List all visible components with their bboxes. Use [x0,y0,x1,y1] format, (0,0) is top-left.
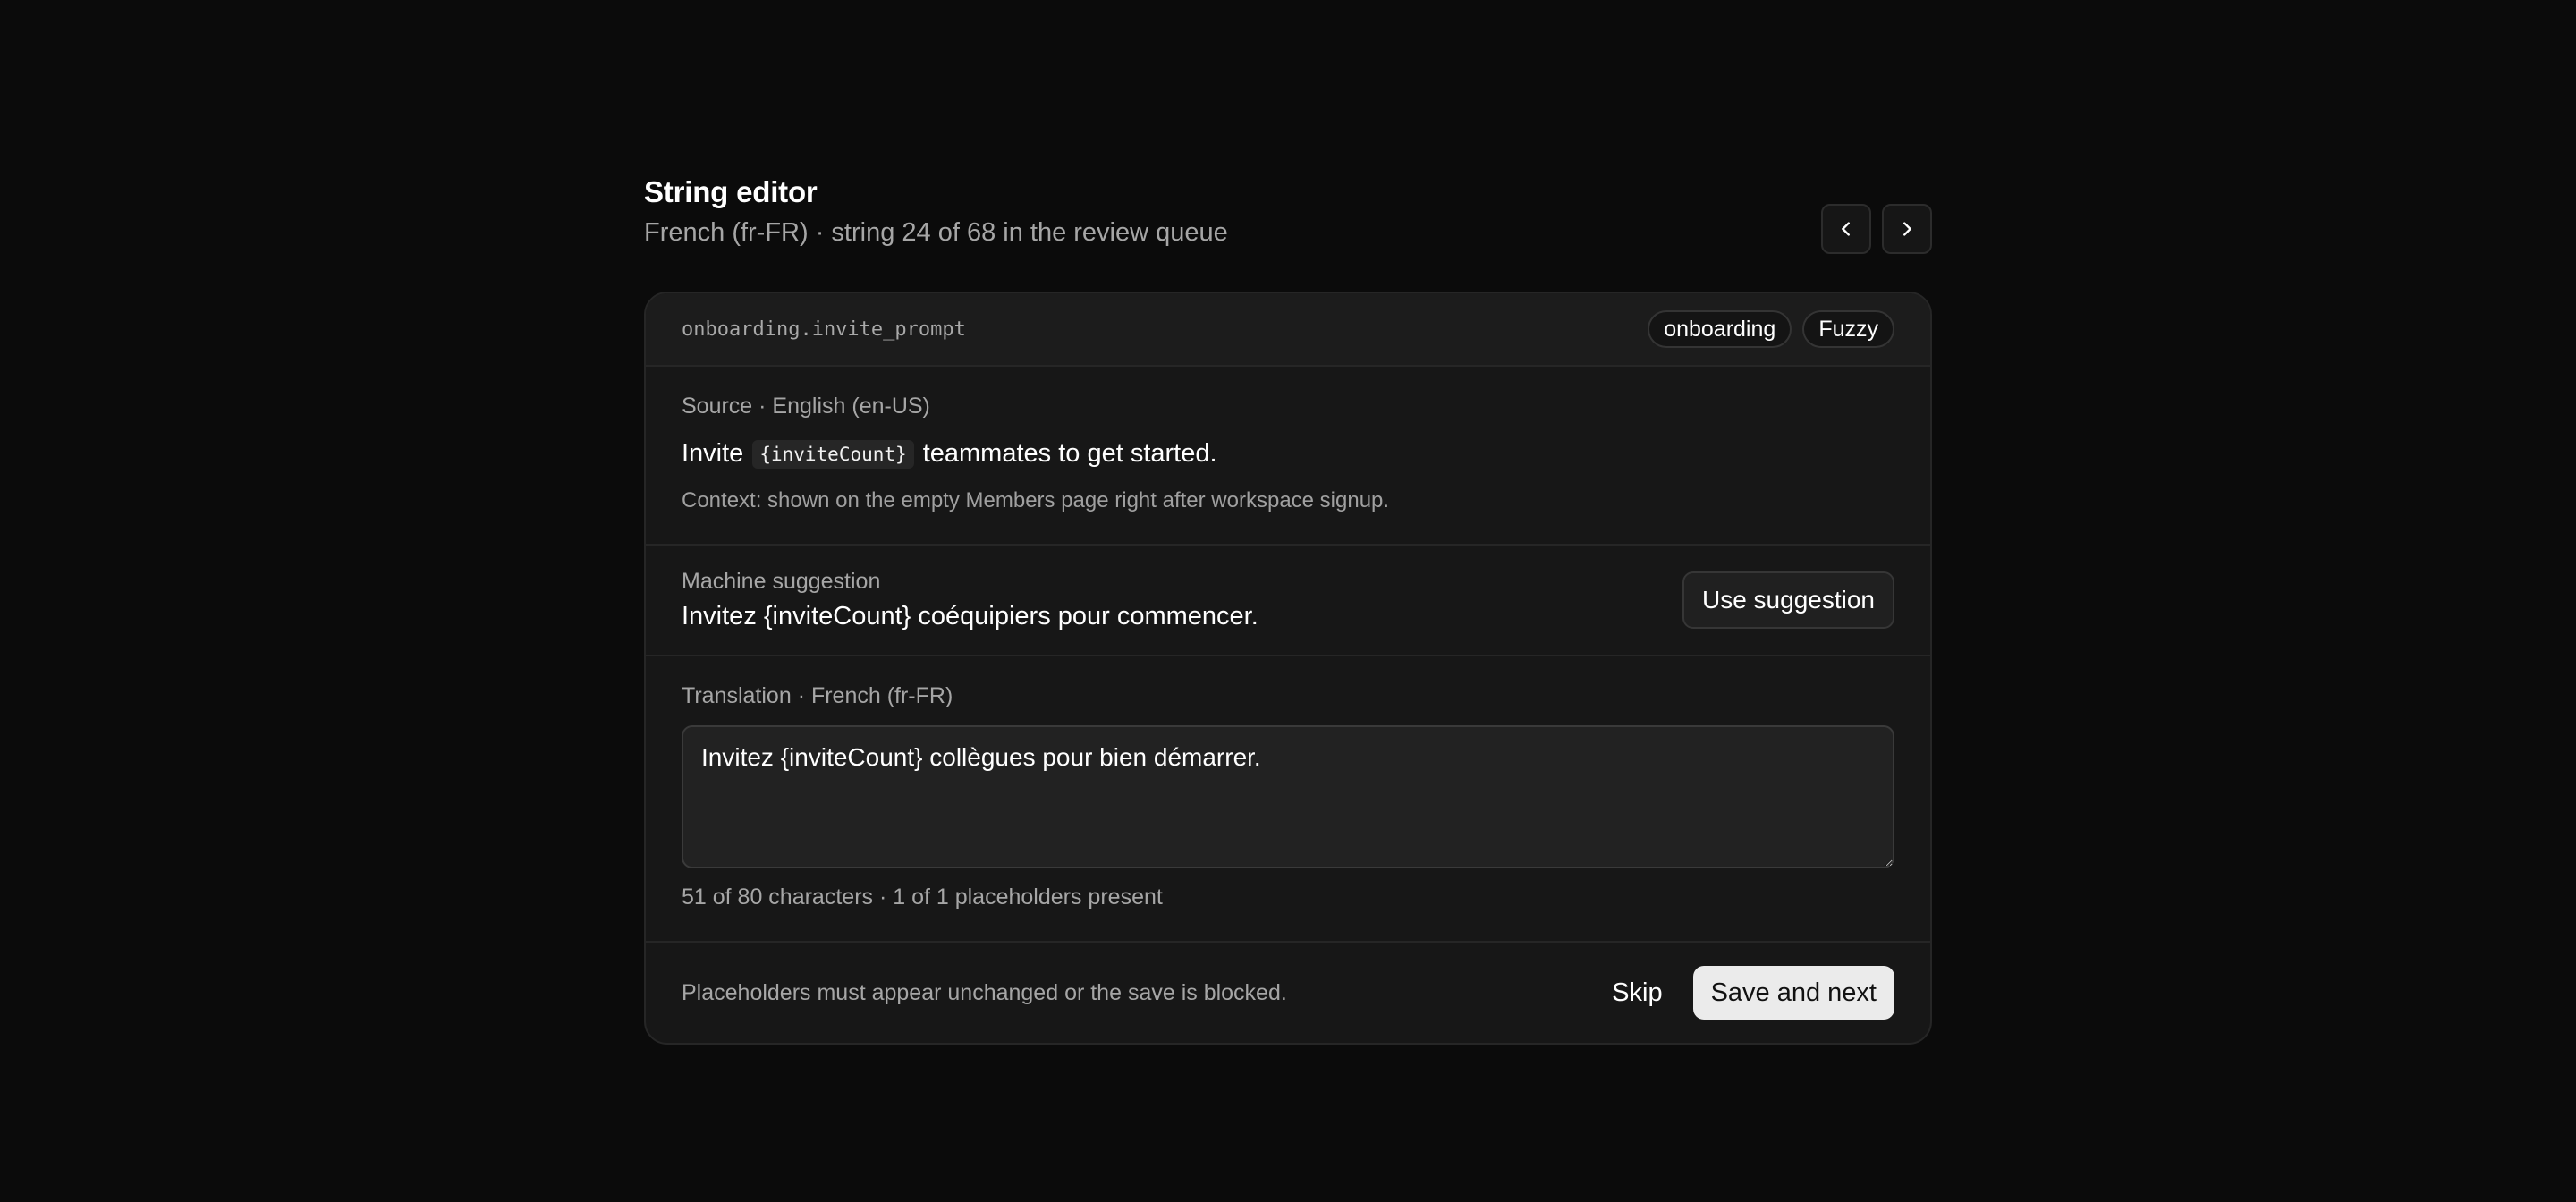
source-text: Invite {inviteCount} teammates to get st… [682,439,1894,469]
next-string-button[interactable] [1882,204,1932,254]
string-editor: String editor French (fr-FR) · string 24… [644,174,1932,1045]
translation-section: Translation · French (fr-FR) Invitez {in… [646,655,1930,941]
editor-header: String editor French (fr-FR) · string 24… [644,174,1932,283]
page-subtitle: French (fr-FR) · string 24 of 68 in the … [644,218,1228,247]
source-text-after: teammates to get started. [922,439,1217,468]
string-key-row: onboarding.invite_prompt onboarding Fuzz… [646,293,1930,365]
source-section: Source · English (en-US) Invite {inviteC… [646,365,1930,544]
use-suggestion-button[interactable]: Use suggestion [1682,571,1894,629]
tag-fuzzy: Fuzzy [1802,310,1894,348]
placeholder-token: {inviteCount} [752,439,914,469]
suggestion-text: Invitez {inviteCount} coéquipiers pour c… [682,602,1258,631]
translation-label: Translation · French (fr-FR) [682,683,953,708]
source-text-before: Invite [682,439,744,468]
translation-meta: 51 of 80 characters · 1 of 1 placeholder… [682,885,1163,910]
chevron-right-icon [1903,222,1911,236]
source-context: Context: shown on the empty Members page… [682,488,1390,512]
translation-input[interactable]: Invitez {inviteCount} collègues pour bie… [682,725,1894,868]
chevron-left-icon [1842,222,1850,236]
footer-note: Placeholders must appear unchanged or th… [682,979,1287,1005]
page-title: String editor [644,175,818,208]
suggestion-label: Machine suggestion [682,569,881,594]
skip-button[interactable]: Skip [1601,969,1673,1017]
tag-list: onboarding Fuzzy [1648,310,1894,348]
tag-onboarding: onboarding [1648,310,1792,348]
footer-actions: Skip Save and next [1601,966,1894,1020]
previous-string-button[interactable] [1821,204,1871,254]
editor-footer: Placeholders must appear unchanged or th… [646,941,1930,1043]
machine-suggestion-section: Machine suggestion Invitez {inviteCount}… [646,544,1930,655]
string-card: onboarding.invite_prompt onboarding Fuzz… [644,292,1932,1045]
string-navigation [1821,204,1932,254]
string-key: onboarding.invite_prompt [682,317,966,341]
source-label: Source · English (en-US) [682,394,930,419]
suggestion-content: Machine suggestion Invitez {inviteCount}… [682,569,1258,631]
save-and-next-button[interactable]: Save and next [1692,966,1894,1020]
